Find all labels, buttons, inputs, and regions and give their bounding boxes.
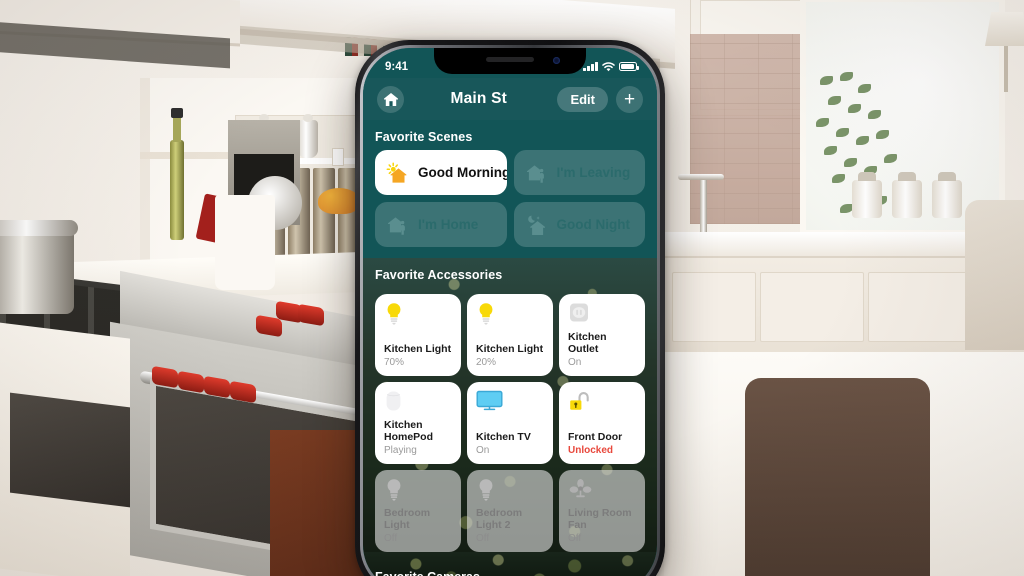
edit-button[interactable]: Edit [557,86,608,112]
home-content[interactable]: Favorite Scenes Good Morning I'm Leaving… [363,120,657,576]
accessory-name: Living Room Fan [568,507,632,532]
accessory-name: Kitchen TV [476,431,531,444]
lightbulb-icon [384,302,452,326]
moon-house-icon [525,214,549,236]
house-person-icon [525,162,549,184]
accessory-kitchen-light-1[interactable]: Kitchen Light 70% [375,294,461,376]
sun-house-icon [386,161,410,184]
accessory-kitchen-tv[interactable]: Kitchen TV On [467,382,553,464]
signal-bars-icon [583,62,598,71]
favorite-scenes-title: Favorite Scenes [375,130,473,144]
status-time: 9:41 [385,60,409,73]
accessory-state: Off [476,532,490,544]
scene-good-morning[interactable]: Good Morning [375,150,507,195]
accessory-name: Bedroom Light [384,507,431,532]
accessory-name: Kitchen HomePod [384,419,434,444]
scene-label: Good Morning [418,165,507,180]
accessory-kitchen-homepod[interactable]: Kitchen HomePod Playing [375,382,461,464]
accessory-state: On [476,444,490,456]
favorite-accessories-title: Favorite Accessories [375,268,503,282]
accessory-name: Kitchen Light [476,343,544,356]
favorite-scenes-grid: Good Morning I'm Leaving I'm Home Good N… [363,150,657,247]
lightbulb-icon [476,478,544,502]
device-notch [434,48,586,74]
accessory-state: 20% [476,356,497,368]
accessory-state: Off [568,532,582,544]
phone-bezel: 9:41 Main St Edit + Favorite Scenes Good… [360,45,660,576]
accessory-state: Playing [384,444,417,456]
accessory-living-room-fan[interactable]: Living Room Fan Off [559,470,645,552]
accessory-name: Kitchen Outlet [568,331,607,356]
phone-screen: 9:41 Main St Edit + Favorite Scenes Good… [363,48,657,576]
earpiece-speaker [486,57,534,62]
accessories-grid: Kitchen Light 70% Kitchen Light 20% Kitc… [363,288,657,552]
homepod-icon [384,390,452,414]
accessory-state: Unlocked [568,444,614,456]
accessory-bedroom-light-2[interactable]: Bedroom Light 2 Off [467,470,553,552]
front-camera [553,57,560,64]
unlocked-padlock-icon [568,390,636,414]
navigation-bar: Main St Edit + [363,78,657,120]
scene-label: I'm Home [418,217,479,232]
tv-icon [476,390,544,414]
accessory-kitchen-light-2[interactable]: Kitchen Light 20% [467,294,553,376]
house-icon[interactable] [377,85,404,113]
accessory-state: On [568,356,582,368]
outlet-icon [568,302,636,326]
accessory-name: Bedroom Light 2 [476,507,523,532]
accessory-kitchen-outlet[interactable]: Kitchen Outlet On [559,294,645,376]
iphone-device: 9:41 Main St Edit + Favorite Scenes Good… [355,40,665,576]
lightbulb-icon [476,302,544,326]
scene-label: I'm Leaving [556,165,631,180]
accessory-front-door[interactable]: Front Door Unlocked [559,382,645,464]
battery-icon [619,62,639,71]
accessory-name: Front Door [568,431,623,444]
accessory-state: Off [384,532,398,544]
page-title: Main St [450,90,507,107]
house-person-icon [386,214,410,236]
favorite-accessories-section: Favorite Accessories Kitchen Light 70% K… [363,258,657,552]
accessory-bedroom-light[interactable]: Bedroom Light Off [375,470,461,552]
scene-label: Good Night [556,217,630,232]
accessory-name: Kitchen Light [384,343,452,356]
scene-im-leaving[interactable]: I'm Leaving [513,150,645,195]
scene-good-night[interactable]: Good Night [513,202,645,247]
scene-im-home[interactable]: I'm Home [375,202,507,247]
lightbulb-icon [384,478,452,502]
favorite-cameras-title: Favorite Cameras [363,561,657,576]
add-icon[interactable]: + [616,85,643,113]
wifi-icon [602,61,615,72]
fan-icon [568,478,636,502]
accessory-state: 70% [384,356,405,368]
